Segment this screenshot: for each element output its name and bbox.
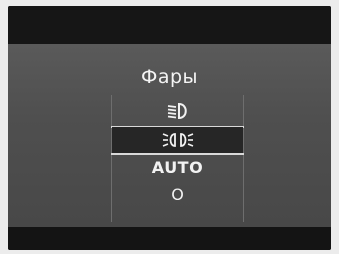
bottom-bar [8, 227, 331, 250]
headlights-menu-panel: Фары AUTO O [8, 44, 331, 227]
low-beam-headlight-icon [163, 101, 193, 121]
option-low-beam[interactable] [112, 98, 243, 124]
instrument-display: Фары AUTO O [8, 6, 331, 250]
display-frame: Фары AUTO O [0, 0, 339, 254]
menu-title: Фары [140, 66, 199, 88]
option-auto[interactable]: AUTO [112, 154, 243, 180]
parking-lights-icon [161, 130, 195, 150]
option-auto-label: AUTO [151, 157, 204, 177]
option-off-label: O [171, 184, 184, 204]
option-off[interactable]: O [112, 181, 243, 207]
headlights-option-list: AUTO O [111, 95, 244, 222]
option-parking-lights[interactable] [112, 127, 243, 153]
top-bar [8, 6, 331, 44]
